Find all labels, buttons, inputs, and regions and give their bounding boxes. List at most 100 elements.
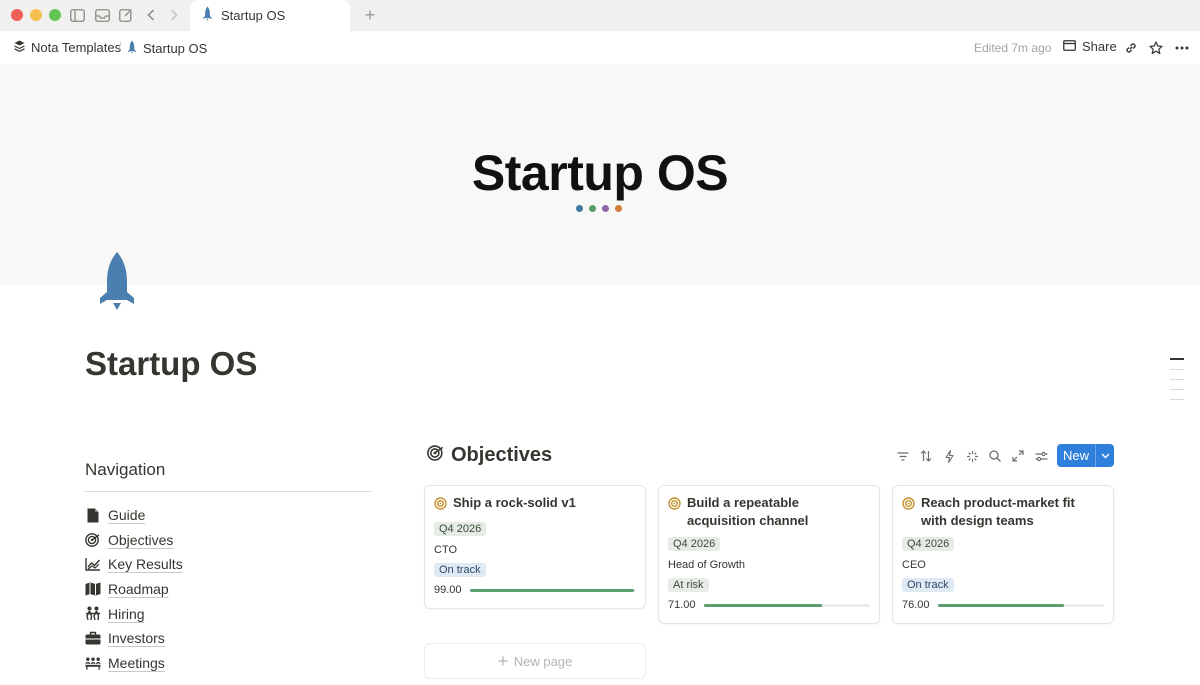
people-icon <box>85 606 101 622</box>
expand-icon[interactable] <box>1010 448 1026 464</box>
document-icon <box>85 507 101 523</box>
nav-item-key-results[interactable]: Key Results <box>85 552 183 577</box>
status-badge: On track <box>902 578 954 592</box>
new-page-label: New page <box>513 653 573 669</box>
progress-bar <box>704 603 870 607</box>
layers-icon <box>14 40 25 55</box>
filter-icon[interactable] <box>895 448 911 464</box>
rocket-icon[interactable] <box>96 250 138 312</box>
objective-card[interactable]: Build a repeatable acquisition channel Q… <box>658 485 880 624</box>
share-icon <box>1063 39 1076 54</box>
progress-row: 99.00 <box>434 584 636 596</box>
owner-label: CTO <box>434 544 458 556</box>
share-button[interactable]: Share <box>1063 39 1117 54</box>
new-note-icon[interactable] <box>118 7 134 23</box>
objectives-title: Objectives <box>451 444 553 466</box>
cover-dot <box>615 205 622 212</box>
forward-arrow-icon[interactable] <box>166 7 182 23</box>
nav-item-label: Guide <box>108 507 146 524</box>
briefcase-icon <box>85 630 101 646</box>
navigation-heading: Navigation <box>85 460 166 479</box>
nav-item-label: Meetings <box>108 654 165 671</box>
nav-item-hiring[interactable]: Hiring <box>85 601 183 626</box>
minimize-window-button[interactable] <box>30 9 42 21</box>
cover-dots <box>576 205 622 212</box>
progress-fill <box>938 603 1065 607</box>
quarter-tag: Q4 2026 <box>668 537 721 551</box>
target-icon <box>427 444 445 467</box>
nav-item-label: Roadmap <box>108 581 169 598</box>
new-button[interactable]: New <box>1057 444 1114 467</box>
nav-item-label: Hiring <box>108 605 145 622</box>
progress-fill <box>470 588 635 592</box>
new-page-button[interactable]: New page <box>424 643 646 679</box>
rocket-icon <box>127 40 137 57</box>
share-label: Share <box>1082 39 1117 54</box>
objective-card[interactable]: Reach product-market fit with design tea… <box>892 485 1114 624</box>
sort-icon[interactable] <box>918 448 934 464</box>
chart-icon <box>85 556 101 572</box>
cover-dot <box>602 205 609 212</box>
nav-item-objectives[interactable]: Objectives <box>85 528 183 553</box>
tab-label: Startup OS <box>221 8 286 23</box>
progress-fill <box>704 603 822 607</box>
map-icon <box>85 581 101 597</box>
status-badge: At risk <box>668 578 709 592</box>
nav-item-roadmap[interactable]: Roadmap <box>85 577 183 602</box>
page-title: Startup OS <box>85 345 258 382</box>
nav-item-investors[interactable]: Investors <box>85 626 183 651</box>
progress-value: 71.00 <box>668 599 696 611</box>
new-button-label: New <box>1063 448 1090 463</box>
nav-item-label: Objectives <box>108 531 174 548</box>
target-badge-icon <box>902 494 915 530</box>
page-cover: Startup OS <box>0 64 1200 285</box>
settings-sliders-icon[interactable] <box>1033 448 1049 464</box>
maximize-window-button[interactable] <box>49 9 61 21</box>
objectives-header: Objectives <box>427 444 552 467</box>
search-icon[interactable] <box>987 448 1003 464</box>
inbox-icon[interactable] <box>94 7 110 23</box>
meeting-icon <box>85 655 101 671</box>
link-icon[interactable] <box>1123 40 1139 56</box>
progress-bar <box>938 603 1104 607</box>
objective-title: Ship a rock-solid v1 <box>453 495 576 510</box>
target-icon <box>85 532 101 548</box>
page-header-bar: Nota Templates / Startup OS Edited 7m ag… <box>0 31 1200 64</box>
progress-row: 71.00 <box>668 599 870 611</box>
status-badge: On track <box>434 563 486 577</box>
nav-item-label: Investors <box>108 630 165 647</box>
objective-title: Reach product-market fit with design tea… <box>921 495 1075 528</box>
progress-value: 99.00 <box>434 584 462 596</box>
page-outline[interactable] <box>1170 358 1184 409</box>
cover-dot <box>576 205 583 212</box>
new-tab-button[interactable]: + <box>361 6 379 24</box>
more-options-icon[interactable] <box>1174 40 1190 56</box>
rocket-icon <box>202 5 213 26</box>
ai-sparkle-icon[interactable] <box>964 448 980 464</box>
target-badge-icon <box>668 494 681 530</box>
progress-bar <box>470 588 636 592</box>
objective-card[interactable]: Ship a rock-solid v1 Q4 2026 CTO On trac… <box>424 485 646 609</box>
breadcrumb-page[interactable]: Startup OS <box>127 40 207 57</box>
favorite-star-icon[interactable] <box>1148 40 1164 56</box>
breadcrumb-workspace[interactable]: Nota Templates <box>14 40 121 55</box>
progress-row: 76.00 <box>902 599 1104 611</box>
navigation-list: Guide Objectives Key Results Roadmap Hir… <box>85 503 183 675</box>
chevron-down-icon[interactable] <box>1096 453 1114 459</box>
quarter-tag: Q4 2026 <box>434 522 487 536</box>
owner-label: CEO <box>902 559 926 571</box>
automation-bolt-icon[interactable] <box>941 448 957 464</box>
nav-item-guide[interactable]: Guide <box>85 503 183 528</box>
progress-value: 76.00 <box>902 599 930 611</box>
close-window-button[interactable] <box>11 9 23 21</box>
nav-item-meetings[interactable]: Meetings <box>85 651 183 676</box>
breadcrumb-separator: / <box>118 39 122 54</box>
tab-startup-os[interactable]: Startup OS <box>190 0 350 31</box>
plus-icon <box>498 654 508 669</box>
target-badge-icon <box>434 494 447 515</box>
sidebar-toggle-icon[interactable] <box>69 7 85 23</box>
divider <box>85 491 372 492</box>
edited-timestamp: Edited 7m ago <box>974 41 1052 55</box>
nav-item-label: Key Results <box>108 556 183 573</box>
back-arrow-icon[interactable] <box>143 7 159 23</box>
